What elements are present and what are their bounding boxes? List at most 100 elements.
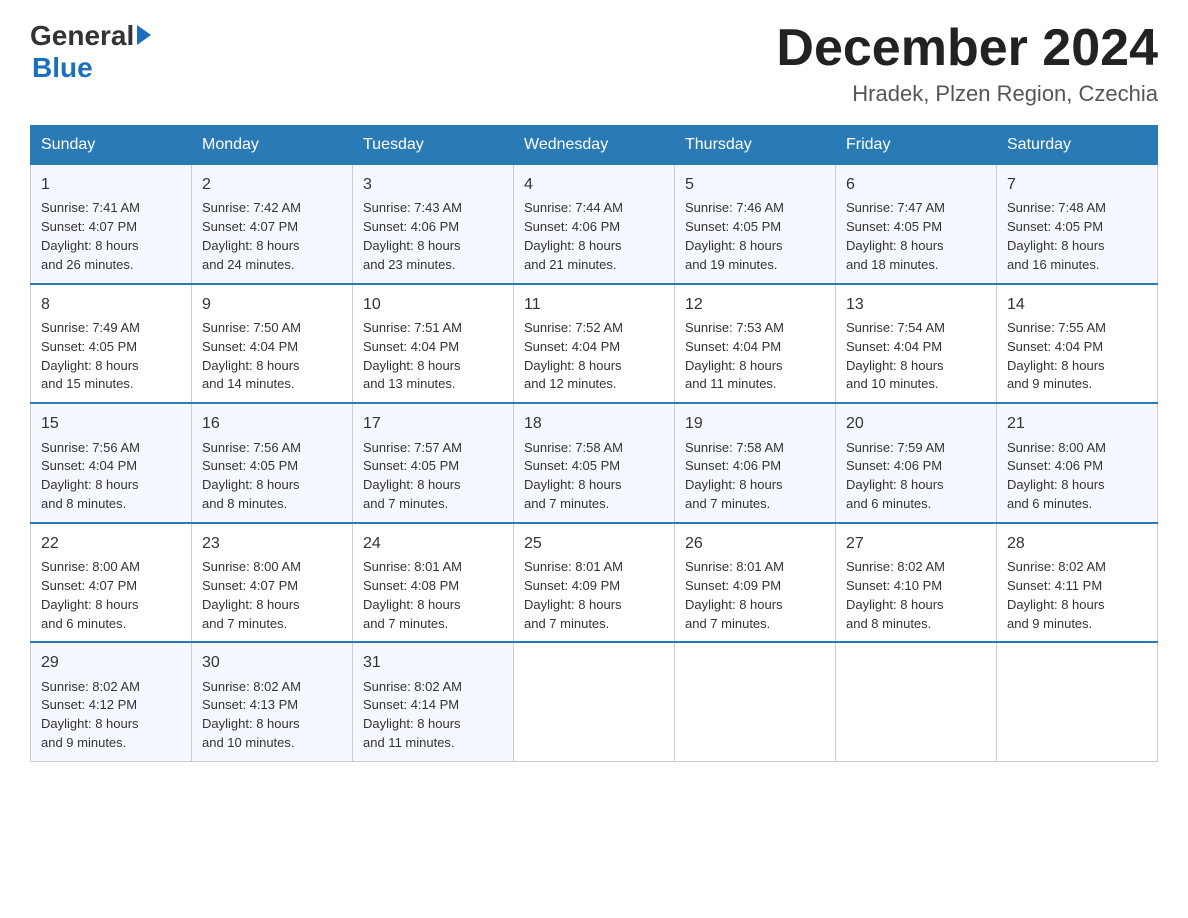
calendar-cell: 10Sunrise: 7:51 AM Sunset: 4:04 PM Dayli… bbox=[353, 284, 514, 404]
day-number: 2 bbox=[202, 173, 342, 196]
calendar-cell bbox=[997, 642, 1158, 761]
calendar-cell: 28 Sunrise: 8:02 AM Sunset: 4:11 PM Dayli… bbox=[997, 523, 1158, 643]
day-info: Sunrise: 7:57 AM Sunset: 4:05 PM Dayligh… bbox=[363, 439, 503, 514]
day-number: 15 bbox=[41, 412, 181, 435]
day-info: Sunrise: 7:41 AM Sunset: 4:07 PM Dayligh… bbox=[41, 199, 181, 274]
day-info: Sunrise: 8:00 AM Sunset: 4:06 PM Dayligh… bbox=[1007, 439, 1147, 514]
calendar-cell: 2 Sunrise: 7:42 AM Sunset: 4:07 PM Daylig… bbox=[192, 165, 353, 284]
calendar-table: SundayMondayTuesdayWednesdayThursdayFrid… bbox=[30, 125, 1158, 762]
day-info: Sunrise: 8:01 AM Sunset: 4:09 PM Dayligh… bbox=[524, 558, 664, 633]
day-info: Sunrise: 8:02 AM Sunset: 4:12 PM Dayligh… bbox=[41, 678, 181, 753]
calendar-cell: 1 Sunrise: 7:41 AM Sunset: 4:07 PM Daylig… bbox=[31, 165, 192, 284]
calendar-cell: 21 Sunrise: 8:00 AM Sunset: 4:06 PM Dayli… bbox=[997, 403, 1158, 523]
day-number: 30 bbox=[202, 651, 342, 674]
calendar-week-row: 29 Sunrise: 8:02 AM Sunset: 4:12 PM Dayli… bbox=[31, 642, 1158, 761]
day-info: Sunrise: 7:56 AM Sunset: 4:05 PM Dayligh… bbox=[202, 439, 342, 514]
logo-blue-text: Blue bbox=[32, 52, 93, 84]
calendar-cell: 16 Sunrise: 7:56 AM Sunset: 4:05 PM Dayli… bbox=[192, 403, 353, 523]
logo: General Blue bbox=[30, 20, 151, 84]
calendar-subtitle: Hradek, Plzen Region, Czechia bbox=[776, 81, 1158, 107]
header-monday: Monday bbox=[192, 126, 353, 165]
day-number: 31 bbox=[363, 651, 503, 674]
calendar-cell: 30 Sunrise: 8:02 AM Sunset: 4:13 PM Dayli… bbox=[192, 642, 353, 761]
day-number: 25 bbox=[524, 532, 664, 555]
calendar-cell: 8Sunrise: 7:49 AM Sunset: 4:05 PM Daylig… bbox=[31, 284, 192, 404]
day-number: 13 bbox=[846, 293, 986, 316]
header-wednesday: Wednesday bbox=[514, 126, 675, 165]
calendar-cell: 13 Sunrise: 7:54 AM Sunset: 4:04 PM Dayli… bbox=[836, 284, 997, 404]
day-number: 28 bbox=[1007, 532, 1147, 555]
day-number: 10 bbox=[363, 293, 503, 316]
day-info: Sunrise: 7:56 AM Sunset: 4:04 PM Dayligh… bbox=[41, 439, 181, 514]
day-info: Sunrise: 8:02 AM Sunset: 4:11 PM Dayligh… bbox=[1007, 558, 1147, 633]
day-info: Sunrise: 7:48 AM Sunset: 4:05 PM Dayligh… bbox=[1007, 199, 1147, 274]
day-info: Sunrise: 7:46 AM Sunset: 4:05 PM Dayligh… bbox=[685, 199, 825, 274]
header-saturday: Saturday bbox=[997, 126, 1158, 165]
logo-arrow-icon bbox=[137, 25, 151, 45]
day-number: 1 bbox=[41, 173, 181, 196]
calendar-cell: 3 Sunrise: 7:43 AM Sunset: 4:06 PM Daylig… bbox=[353, 165, 514, 284]
calendar-cell: 11Sunrise: 7:52 AM Sunset: 4:04 PM Dayli… bbox=[514, 284, 675, 404]
calendar-cell: 29 Sunrise: 8:02 AM Sunset: 4:12 PM Dayli… bbox=[31, 642, 192, 761]
calendar-cell: 27 Sunrise: 8:02 AM Sunset: 4:10 PM Dayli… bbox=[836, 523, 997, 643]
day-number: 4 bbox=[524, 173, 664, 196]
calendar-cell: 7 Sunrise: 7:48 AM Sunset: 4:05 PM Daylig… bbox=[997, 165, 1158, 284]
calendar-title: December 2024 bbox=[776, 20, 1158, 77]
header-thursday: Thursday bbox=[675, 126, 836, 165]
day-info: Sunrise: 8:02 AM Sunset: 4:10 PM Dayligh… bbox=[846, 558, 986, 633]
day-number: 14 bbox=[1007, 293, 1147, 316]
day-number: 17 bbox=[363, 412, 503, 435]
calendar-cell bbox=[514, 642, 675, 761]
day-number: 8 bbox=[41, 293, 181, 316]
day-info: Sunrise: 7:53 AM Sunset: 4:04 PM Dayligh… bbox=[685, 319, 825, 394]
calendar-cell: 17 Sunrise: 7:57 AM Sunset: 4:05 PM Dayli… bbox=[353, 403, 514, 523]
logo-text: General bbox=[30, 20, 151, 52]
day-number: 21 bbox=[1007, 412, 1147, 435]
calendar-week-row: 1 Sunrise: 7:41 AM Sunset: 4:07 PM Daylig… bbox=[31, 165, 1158, 284]
day-number: 22 bbox=[41, 532, 181, 555]
calendar-cell: 9 Sunrise: 7:50 AM Sunset: 4:04 PM Daylig… bbox=[192, 284, 353, 404]
day-number: 11 bbox=[524, 293, 664, 316]
calendar-cell: 6Sunrise: 7:47 AM Sunset: 4:05 PM Daylig… bbox=[836, 165, 997, 284]
calendar-week-row: 15 Sunrise: 7:56 AM Sunset: 4:04 PM Dayli… bbox=[31, 403, 1158, 523]
calendar-week-row: 22 Sunrise: 8:00 AM Sunset: 4:07 PM Dayli… bbox=[31, 523, 1158, 643]
day-info: Sunrise: 8:01 AM Sunset: 4:09 PM Dayligh… bbox=[685, 558, 825, 633]
day-number: 9 bbox=[202, 293, 342, 316]
day-number: 27 bbox=[846, 532, 986, 555]
header-sunday: Sunday bbox=[31, 126, 192, 165]
day-info: Sunrise: 7:42 AM Sunset: 4:07 PM Dayligh… bbox=[202, 199, 342, 274]
day-info: Sunrise: 7:47 AM Sunset: 4:05 PM Dayligh… bbox=[846, 199, 986, 274]
day-info: Sunrise: 7:58 AM Sunset: 4:06 PM Dayligh… bbox=[685, 439, 825, 514]
calendar-cell: 25 Sunrise: 8:01 AM Sunset: 4:09 PM Dayli… bbox=[514, 523, 675, 643]
day-info: Sunrise: 7:44 AM Sunset: 4:06 PM Dayligh… bbox=[524, 199, 664, 274]
calendar-cell: 14 Sunrise: 7:55 AM Sunset: 4:04 PM Dayli… bbox=[997, 284, 1158, 404]
day-info: Sunrise: 8:02 AM Sunset: 4:13 PM Dayligh… bbox=[202, 678, 342, 753]
day-number: 29 bbox=[41, 651, 181, 674]
day-info: Sunrise: 8:02 AM Sunset: 4:14 PM Dayligh… bbox=[363, 678, 503, 753]
day-info: Sunrise: 7:50 AM Sunset: 4:04 PM Dayligh… bbox=[202, 319, 342, 394]
logo-general-text: General bbox=[30, 20, 134, 52]
calendar-header-row: SundayMondayTuesdayWednesdayThursdayFrid… bbox=[31, 126, 1158, 165]
day-info: Sunrise: 8:00 AM Sunset: 4:07 PM Dayligh… bbox=[202, 558, 342, 633]
day-number: 5 bbox=[685, 173, 825, 196]
day-number: 24 bbox=[363, 532, 503, 555]
calendar-cell: 26Sunrise: 8:01 AM Sunset: 4:09 PM Dayli… bbox=[675, 523, 836, 643]
header-friday: Friday bbox=[836, 126, 997, 165]
title-block: December 2024 Hradek, Plzen Region, Czec… bbox=[776, 20, 1158, 107]
day-number: 3 bbox=[363, 173, 503, 196]
calendar-cell: 18Sunrise: 7:58 AM Sunset: 4:05 PM Dayli… bbox=[514, 403, 675, 523]
calendar-cell: 31 Sunrise: 8:02 AM Sunset: 4:14 PM Dayli… bbox=[353, 642, 514, 761]
day-info: Sunrise: 7:43 AM Sunset: 4:06 PM Dayligh… bbox=[363, 199, 503, 274]
day-number: 7 bbox=[1007, 173, 1147, 196]
calendar-cell: 4 Sunrise: 7:44 AM Sunset: 4:06 PM Daylig… bbox=[514, 165, 675, 284]
day-number: 20 bbox=[846, 412, 986, 435]
day-info: Sunrise: 8:00 AM Sunset: 4:07 PM Dayligh… bbox=[41, 558, 181, 633]
day-info: Sunrise: 7:55 AM Sunset: 4:04 PM Dayligh… bbox=[1007, 319, 1147, 394]
day-info: Sunrise: 7:59 AM Sunset: 4:06 PM Dayligh… bbox=[846, 439, 986, 514]
calendar-cell: 20 Sunrise: 7:59 AM Sunset: 4:06 PM Dayli… bbox=[836, 403, 997, 523]
day-number: 16 bbox=[202, 412, 342, 435]
calendar-cell: 22 Sunrise: 8:00 AM Sunset: 4:07 PM Dayli… bbox=[31, 523, 192, 643]
calendar-cell: 5 Sunrise: 7:46 AM Sunset: 4:05 PM Daylig… bbox=[675, 165, 836, 284]
day-info: Sunrise: 7:54 AM Sunset: 4:04 PM Dayligh… bbox=[846, 319, 986, 394]
calendar-cell: 15 Sunrise: 7:56 AM Sunset: 4:04 PM Dayli… bbox=[31, 403, 192, 523]
